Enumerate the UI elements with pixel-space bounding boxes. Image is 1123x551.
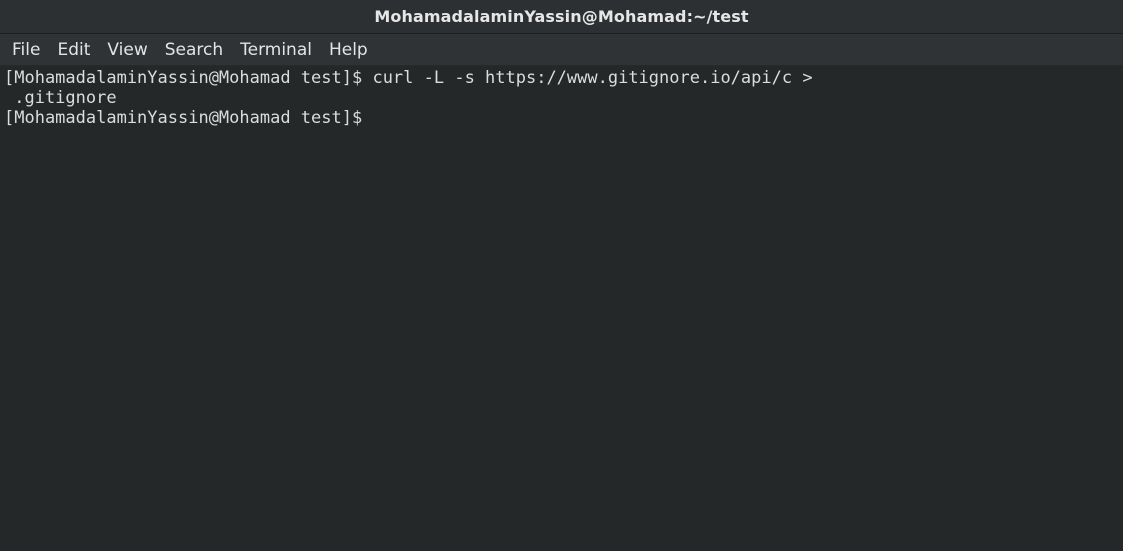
terminal-window: MohamadalaminYassin@Mohamad:~/test File … <box>0 0 1123 551</box>
terminal-cursor <box>372 109 381 126</box>
menu-help[interactable]: Help <box>321 40 376 60</box>
menu-edit[interactable]: Edit <box>49 40 98 60</box>
terminal-output[interactable]: [MohamadalaminYassin@Mohamad test]$ curl… <box>0 66 1123 551</box>
menu-search[interactable]: Search <box>157 40 231 60</box>
terminal-line: .gitignore <box>4 88 117 108</box>
terminal-line: [MohamadalaminYassin@Mohamad test]$ curl… <box>4 68 813 88</box>
menu-bar: File Edit View Search Terminal Help <box>0 34 1123 66</box>
title-bar[interactable]: MohamadalaminYassin@Mohamad:~/test <box>0 0 1123 34</box>
menu-terminal[interactable]: Terminal <box>232 40 320 60</box>
terminal-prompt: [MohamadalaminYassin@Mohamad test]$ <box>4 108 373 128</box>
window-title: MohamadalaminYassin@Mohamad:~/test <box>374 7 749 26</box>
terminal-prompt-line: [MohamadalaminYassin@Mohamad test]$ <box>4 108 1123 128</box>
menu-view[interactable]: View <box>99 40 155 60</box>
menu-file[interactable]: File <box>4 40 48 60</box>
